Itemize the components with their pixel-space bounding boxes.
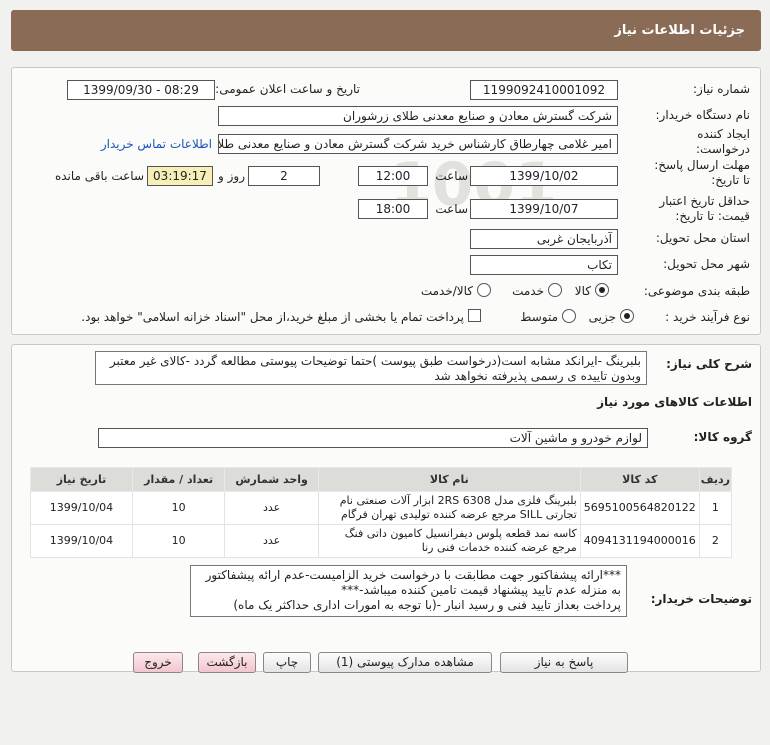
cell-quantity: 10 bbox=[131, 524, 226, 558]
remaining-time-field: 03:19:17 bbox=[147, 166, 213, 186]
purchase-option-medium: متوسط bbox=[520, 310, 558, 324]
page-header: جزئیات اطلاعات نیاز bbox=[11, 10, 761, 51]
exit-button[interactable]: خروج bbox=[133, 652, 183, 673]
payment-note: پرداخت تمام یا بخشی از مبلغ خرید،از محل … bbox=[81, 310, 464, 324]
cell-need-date: 1399/10/04 bbox=[30, 491, 133, 525]
remaining-label: ساعت باقی مانده bbox=[54, 169, 144, 183]
header-goods-code: کد کالا bbox=[579, 467, 700, 492]
purchase-radio-minor[interactable] bbox=[620, 309, 634, 323]
city-label: شهر محل تحویل: bbox=[663, 257, 750, 271]
items-table: ردیف کد کالا نام کالا واحد شمارش تعداد /… bbox=[30, 467, 733, 558]
category-radio-service[interactable] bbox=[548, 283, 562, 297]
header-quantity: تعداد / مقدار bbox=[131, 467, 226, 492]
buyer-org-field: شرکت گسترش معادن و صنایع معدنی طلای زرشو… bbox=[218, 106, 618, 126]
view-attachments-button[interactable]: مشاهده مدارک پیوستی (1) bbox=[318, 652, 492, 673]
treasury-payment-checkbox[interactable] bbox=[468, 309, 481, 322]
cell-quantity: 10 bbox=[131, 491, 226, 525]
cell-goods-code: 4094131194000016 bbox=[579, 524, 700, 558]
category-option-service: خدمت bbox=[512, 284, 544, 298]
table-row[interactable]: 1 5695100564820122 بلبرینگ فلزی مدل 2RS … bbox=[30, 491, 733, 525]
cell-goods-code: 5695100564820122 bbox=[579, 491, 700, 525]
deadline-date-field: 1399/10/02 bbox=[470, 166, 618, 186]
header-need-date: تاریخ نیاز bbox=[30, 467, 133, 492]
province-field: آذربایجان غربی bbox=[470, 229, 618, 249]
goods-group-label: گروه کالا: bbox=[693, 430, 752, 444]
purchase-type-label: نوع فرآیند خرید : bbox=[665, 310, 750, 324]
goods-info-title: اطلاعات کالاهای مورد نیاز bbox=[597, 395, 752, 409]
validity-label: حداقل تاریخ اعتبار قیمت: تا تاریخ: bbox=[630, 194, 750, 224]
reply-button[interactable]: پاسخ به نیاز bbox=[500, 652, 628, 673]
table-row[interactable]: 2 4094131194000016 کاسه نمد قطعه پلوس دی… bbox=[30, 524, 733, 558]
creator-label-text: ایجاد کننده درخواست: bbox=[696, 127, 750, 156]
items-table-wrap: ردیف کد کالا نام کالا واحد شمارش تعداد /… bbox=[30, 467, 733, 558]
province-label: استان محل تحویل: bbox=[655, 231, 750, 245]
buyer-notes-line: پرداخت بعداز تایید فنی و رسید انبار -(با… bbox=[233, 598, 621, 612]
need-number-label: شماره نیاز: bbox=[693, 82, 750, 96]
header-goods-name: نام کالا bbox=[317, 467, 581, 492]
back-button[interactable]: بازگشت bbox=[198, 652, 256, 673]
validity-time-field: 18:00 bbox=[358, 199, 428, 219]
contact-info-link[interactable]: اطلاعات تماس خریدار bbox=[80, 137, 212, 151]
deadline-time-field: 12:00 bbox=[358, 166, 428, 186]
buyer-notes-field: ***ارائه پیشفاکتور جهت مطابقت با درخواست… bbox=[190, 565, 627, 617]
cell-goods-name: بلبرینگ فلزی مدل 2RS 6308 ابزار آلات صنع… bbox=[317, 491, 581, 525]
print-button[interactable]: چاپ bbox=[263, 652, 311, 673]
category-radio-goods-service[interactable] bbox=[477, 283, 491, 297]
deadline-label-text: مهلت ارسال پاسخ: تا تاریخ: bbox=[654, 158, 750, 187]
description-label: شرح کلی نیاز: bbox=[666, 357, 752, 371]
page-title: جزئیات اطلاعات نیاز bbox=[614, 23, 745, 38]
validity-label-text: حداقل تاریخ اعتبار قیمت: تا تاریخ: bbox=[659, 194, 750, 223]
deadline-label: مهلت ارسال پاسخ: تا تاریخ: bbox=[650, 158, 750, 188]
cell-row-number: 2 bbox=[698, 524, 733, 558]
buyer-notes-line: ***ارائه پیشفاکتور جهت مطابقت با درخواست… bbox=[205, 568, 621, 597]
city-field: تکاب bbox=[470, 255, 618, 275]
announce-field: 1399/09/30 - 08:29 bbox=[67, 80, 215, 100]
cell-unit: عدد bbox=[224, 491, 319, 525]
cell-unit: عدد bbox=[224, 524, 319, 558]
validity-date-field: 1399/10/07 bbox=[470, 199, 618, 219]
purchase-option-minor: جزیی bbox=[588, 310, 616, 324]
header-row-number: ردیف bbox=[698, 467, 733, 492]
category-radio-goods[interactable] bbox=[595, 283, 609, 297]
creator-field: امیر غلامی چهارطاق کارشناس خرید شرکت گست… bbox=[218, 134, 618, 154]
days-count-field: 2 bbox=[248, 166, 320, 186]
goods-group-field: لوازم خودرو و ماشین آلات bbox=[98, 428, 648, 448]
creator-label: ایجاد کننده درخواست: bbox=[650, 127, 750, 157]
cell-goods-name: کاسه نمد قطعه پلوس دیفرانسیل کامیون داتی… bbox=[317, 524, 581, 558]
days-label: روز و bbox=[218, 169, 245, 183]
cell-need-date: 1399/10/04 bbox=[30, 524, 133, 558]
buyer-org-label: نام دستگاه خریدار: bbox=[655, 108, 751, 122]
description-field: بلبرینگ -ایرانکد مشابه است(درخواست طبق پ… bbox=[95, 351, 647, 385]
announce-label: تاریخ و ساعت اعلان عمومی: bbox=[215, 82, 360, 96]
buyer-notes-label: توضیحات خریدار: bbox=[650, 592, 752, 606]
need-number-field: 1199092410001092 bbox=[470, 80, 618, 100]
table-header-row: ردیف کد کالا نام کالا واحد شمارش تعداد /… bbox=[30, 467, 733, 492]
header-unit: واحد شمارش bbox=[224, 467, 319, 492]
category-option-goods-service: کالا/خدمت bbox=[420, 284, 473, 298]
category-label: طبقه بندی موضوعی: bbox=[643, 284, 750, 298]
cell-row-number: 1 bbox=[698, 491, 733, 525]
purchase-radio-medium[interactable] bbox=[562, 309, 576, 323]
